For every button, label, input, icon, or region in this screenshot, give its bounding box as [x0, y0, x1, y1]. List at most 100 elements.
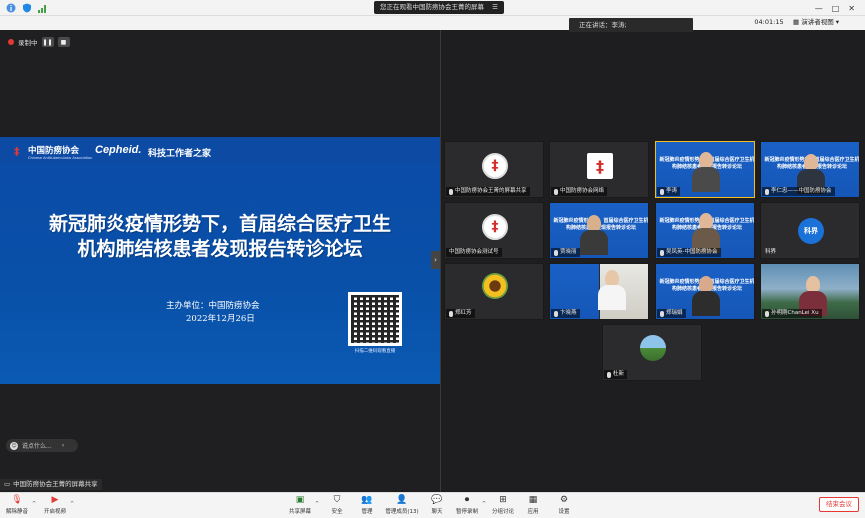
- participants-label: 管理: [361, 509, 373, 515]
- apps-label: 应用: [527, 509, 539, 515]
- mute-options-caret[interactable]: ^: [32, 501, 36, 507]
- security-label: 安全: [331, 509, 343, 515]
- start-video-label: 开启视频: [43, 509, 66, 515]
- tile-name-text: 中国防痨协会测试号: [449, 249, 499, 255]
- video-tile[interactable]: 新冠肺炎疫情形势下，首届综合医疗卫生机构肺结核患者发现报告转诊论坛 李仁忠——中…: [760, 141, 860, 198]
- manage-members-button[interactable]: 👤 管理成员(13): [384, 495, 420, 515]
- video-tile[interactable]: 科界 科界: [760, 202, 860, 259]
- screen-share-notice-text: 您正在观看中国防痨协会王菁的屏幕: [380, 3, 484, 11]
- participants-button[interactable]: 👥 管理: [352, 495, 382, 515]
- participant-video: [598, 270, 626, 310]
- mic-icon: [660, 310, 664, 317]
- tile-name: 中国防痨协会测试号: [446, 248, 502, 257]
- settings-button[interactable]: ⚙ 设置: [549, 495, 579, 515]
- panel-divider[interactable]: [440, 30, 441, 492]
- slide-title: 新冠肺炎疫情形势下，首届综合医疗卫生 机构肺结核患者发现报告转诊论坛: [0, 212, 440, 262]
- pause-recording-label: 暂停录制: [455, 509, 478, 515]
- unmute-label: 解除静音: [5, 509, 28, 515]
- gear-icon: ⚙: [559, 495, 569, 505]
- tile-name: 杜新: [604, 370, 628, 379]
- mic-icon: [554, 310, 558, 317]
- close-button[interactable]: ✕: [848, 4, 855, 13]
- security-button[interactable]: ⛉ 安全: [322, 495, 352, 515]
- pause-recording-button[interactable]: ⏺ 暂停录制: [452, 495, 482, 515]
- end-meeting-button[interactable]: 结束会议: [819, 497, 859, 512]
- minimize-button[interactable]: —: [815, 4, 823, 13]
- video-tile[interactable]: ‡ 中国防痨协会王菁的屏幕共享: [444, 141, 544, 198]
- video-options-caret[interactable]: ^: [70, 501, 74, 507]
- share-menu-icon[interactable]: ☰: [492, 3, 498, 11]
- collapse-panel-button[interactable]: ›: [431, 251, 440, 269]
- shield-icon: ⛉: [333, 495, 341, 505]
- user-icon: 👤: [396, 495, 408, 505]
- participant-video: [692, 152, 720, 192]
- slide-title-line1: 新冠肺炎疫情形势下，首届综合医疗卫生: [48, 213, 391, 235]
- grid-icon: ▦: [793, 18, 802, 26]
- chevron-left-icon[interactable]: ‹: [62, 442, 64, 449]
- tile-name: 李仁忠——中国防痨协会: [762, 187, 835, 196]
- video-tile[interactable]: 新冠肺炎疫情形势下，首届综合医疗卫生机构肺结核患者发现报告转诊论坛 吴凤英-中国…: [655, 202, 755, 259]
- layout-view-button[interactable]: ▦ 演讲者视图 ▾: [793, 16, 839, 29]
- share-source-text: 中国防痨协会王菁的屏幕共享: [13, 480, 98, 488]
- slide-title-line2: 机构肺结核患者发现报告转诊论坛: [77, 238, 363, 260]
- pause-recording-button[interactable]: ❚❚: [41, 37, 54, 47]
- recording-label: 录制中: [18, 39, 38, 47]
- tile-name: 中国防痨协会王菁的屏幕共享: [446, 187, 530, 196]
- participant-avatar: [640, 335, 666, 361]
- start-video-button[interactable]: ▶ 开启视频: [40, 495, 70, 515]
- manage-members-label: 管理成员(13): [385, 509, 419, 515]
- screen-share-notice[interactable]: 您正在观看中国防痨协会王菁的屏幕 ☰: [374, 1, 504, 14]
- participant-video: [580, 215, 608, 255]
- video-tile[interactable]: 卞晓燕: [549, 263, 649, 320]
- layout-view-label: 演讲者视图: [801, 18, 834, 26]
- record-options-caret[interactable]: ^: [482, 501, 486, 507]
- mic-icon: [554, 249, 558, 256]
- top-bar: 您正在观看中国防痨协会王菁的屏幕 ☰ — □ ✕: [0, 0, 865, 16]
- video-tile[interactable]: ‡ 中国防痨协会测试号: [444, 202, 544, 259]
- maximize-button[interactable]: □: [832, 4, 840, 13]
- video-tile[interactable]: 新冠肺炎疫情形势下，首届综合医疗卫生机构肺结核患者发现报告转诊论坛 郑瑞娟: [655, 263, 755, 320]
- tile-name: 贾晓丽: [551, 248, 580, 257]
- gallery-area: [440, 30, 865, 492]
- mic-muted-icon: 🎙: [11, 495, 23, 505]
- chevron-down-icon: ▾: [833, 18, 840, 26]
- participant-video: [692, 213, 720, 253]
- mic-icon: [660, 188, 664, 195]
- meeting-subbar: [0, 16, 865, 30]
- unmute-button[interactable]: 🎙 解除静音: [2, 495, 32, 515]
- share-options-caret[interactable]: ^: [315, 501, 319, 507]
- record-dot-icon: [8, 39, 14, 45]
- camera-off-icon: ▶: [51, 495, 59, 505]
- signal-icon[interactable]: [38, 3, 48, 13]
- tile-name: 郑瑞娟: [657, 309, 686, 318]
- org-logo-avatar: ‡: [482, 153, 508, 179]
- speaker-label-text: 正在讲话：李涛;: [579, 21, 627, 29]
- chat-input[interactable]: ☺ 说点什么... ‹: [6, 439, 78, 452]
- video-tile[interactable]: 杜新: [602, 324, 702, 381]
- slide-host-info: 主办单位：中国防痨协会 2022年12月26日: [166, 300, 260, 326]
- video-tile[interactable]: 新冠肺炎疫情形势下，首届综合医疗卫生机构肺结核患者发现报告转诊论坛 李涛: [655, 141, 755, 198]
- tile-name-text: 李仁忠——中国防痨协会: [771, 188, 832, 194]
- tile-name: 中国防痨协会网络: [551, 187, 608, 196]
- video-tile[interactable]: ‡ 中国防痨协会网络: [549, 141, 649, 198]
- video-tile[interactable]: 郑红芳: [444, 263, 544, 320]
- tile-name-text: 中国防痨协会网络: [560, 188, 605, 194]
- breakout-rooms-button[interactable]: ⊞ 分组讨论: [488, 495, 518, 515]
- tile-name: 吴凤英-中国防痨协会: [657, 248, 721, 257]
- org-logo-avatar: ‡: [587, 153, 613, 179]
- stop-recording-button[interactable]: ■: [57, 37, 70, 47]
- info-icon[interactable]: [6, 3, 16, 13]
- video-tile[interactable]: 新冠肺炎疫情形势下，首届综合医疗卫生机构肺结核患者发现报告转诊论坛 贾晓丽: [549, 202, 649, 259]
- qr-code: [348, 292, 402, 346]
- video-tile[interactable]: 孙明刚ChanLei Xu: [760, 263, 860, 320]
- chat-button[interactable]: 💬 聊天: [422, 495, 452, 515]
- emoji-icon[interactable]: ☺: [10, 441, 18, 450]
- tile-name-text: 李涛: [666, 188, 678, 194]
- share-screen-button[interactable]: ▣ 共享屏幕: [285, 495, 315, 515]
- shield-icon[interactable]: [22, 3, 32, 13]
- cepheid-logo: Cepheid.: [95, 144, 142, 156]
- tile-name-text: 郑瑞娟: [666, 310, 683, 316]
- apps-button[interactable]: ▦ 应用: [518, 495, 548, 515]
- chat-label: 聊天: [431, 509, 443, 515]
- host-line: 主办单位：中国防痨协会: [166, 301, 260, 311]
